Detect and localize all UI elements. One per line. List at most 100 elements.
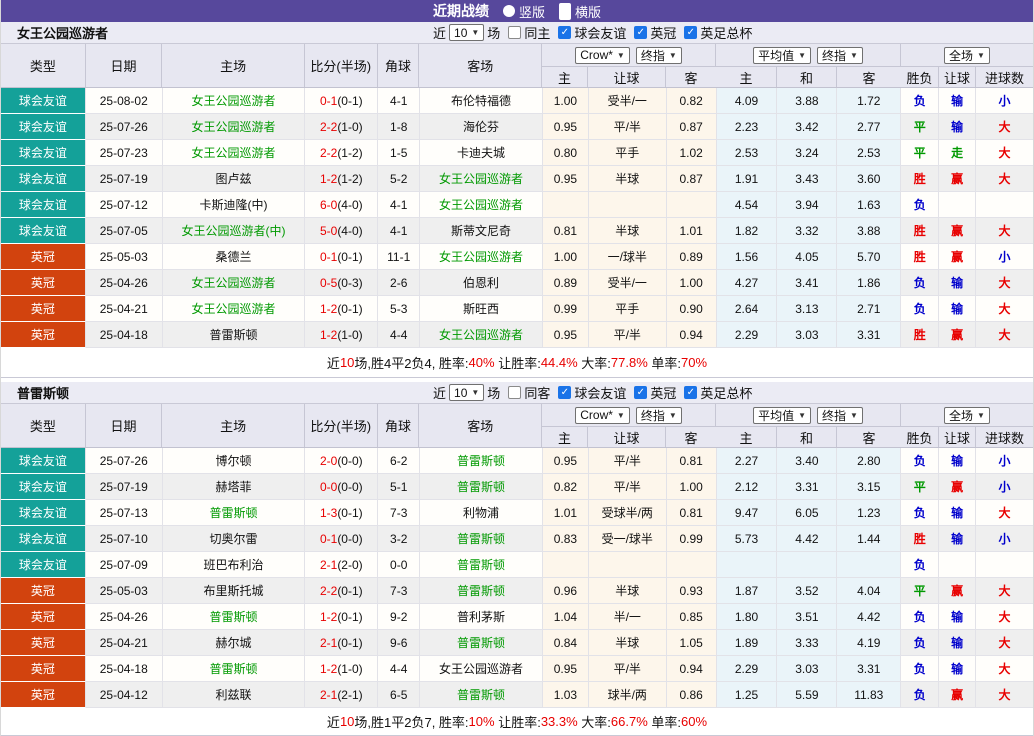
away-team[interactable]: 女王公园巡游者	[420, 166, 543, 192]
score-fulltime: 1-2	[319, 327, 338, 342]
avg-source-select[interactable]: 平均值 ▼	[753, 406, 811, 424]
col-header-odds-handicap: 让球	[588, 67, 666, 87]
avg-away-odds: 3.15	[837, 474, 902, 500]
away-team[interactable]: 普雷斯顿	[420, 526, 543, 552]
score-cell: 1-2 (0-1)	[305, 296, 379, 322]
col-header-handicap-result: 让球	[939, 427, 976, 447]
league-checkbox-英足总杯[interactable]: ✓	[684, 26, 698, 39]
away-team[interactable]: 普雷斯顿	[420, 682, 543, 708]
crow-away-odds: 0.89	[666, 244, 717, 270]
home-team[interactable]: 女王公园巡游者(中)	[162, 218, 306, 244]
away-team[interactable]: 普雷斯顿	[420, 578, 543, 604]
recent-games-select[interactable]: 10 ▼	[449, 24, 485, 41]
away-team[interactable]: 海伦芬	[420, 114, 543, 140]
result-winlose: 负	[901, 296, 940, 322]
league-checkbox-英冠[interactable]: ✓	[634, 386, 648, 399]
crow-handicap: 半/一	[588, 604, 667, 630]
home-team[interactable]: 利兹联	[162, 682, 306, 708]
match-row: 球会友谊 25-07-23 女王公园巡游者 2-2 (1-2) 1-5 卡迪夫城 …	[1, 140, 1033, 166]
home-team[interactable]: 赫尔城	[162, 630, 306, 656]
home-team[interactable]: 切奥尔雷	[162, 526, 306, 552]
result-goals: 大	[976, 166, 1033, 192]
home-team[interactable]: 女王公园巡游者	[162, 114, 306, 140]
result-winlose: 负	[901, 500, 940, 526]
league-checkbox-英冠[interactable]: ✓	[634, 26, 648, 39]
home-team[interactable]: 女王公园巡游者	[162, 88, 306, 114]
avg-away-odds: 1.86	[837, 270, 902, 296]
crow-handicap: 平手	[588, 140, 667, 166]
odds-time-select[interactable]: 终指 ▼	[635, 46, 682, 64]
away-team[interactable]: 普利茅斯	[420, 604, 543, 630]
home-team[interactable]: 班巴布利治	[162, 552, 306, 578]
away-team[interactable]: 普雷斯顿	[420, 448, 543, 474]
league-checkbox-球会友谊[interactable]: ✓	[558, 386, 572, 399]
away-team[interactable]: 利物浦	[420, 500, 543, 526]
away-team[interactable]: 女王公园巡游者	[420, 322, 543, 348]
away-team[interactable]: 女王公园巡游者	[420, 192, 543, 218]
recent-games-select[interactable]: 10 ▼	[449, 384, 485, 401]
radio-button-icon[interactable]	[559, 2, 571, 20]
away-team[interactable]: 女王公园巡游者	[420, 656, 543, 682]
period-select[interactable]: 全场 ▼	[944, 406, 990, 424]
recent-games-value: 10	[454, 25, 468, 40]
avg-away-odds: 3.31	[837, 322, 902, 348]
home-team[interactable]: 赫塔菲	[162, 474, 306, 500]
odds-source-select[interactable]: Crow* ▼	[575, 406, 630, 424]
league-checkbox-球会友谊[interactable]: ✓	[558, 26, 572, 39]
away-team[interactable]: 伯恩利	[420, 270, 543, 296]
odds-source-select[interactable]: Crow* ▼	[575, 46, 630, 64]
period-select[interactable]: 全场 ▼	[944, 46, 990, 64]
crow-handicap: 平/半	[588, 322, 667, 348]
radio-label: 横版	[575, 4, 602, 20]
home-team[interactable]: 卡斯迪隆(中)	[162, 192, 306, 218]
result-winlose: 胜	[901, 244, 940, 270]
radio-button-icon[interactable]	[502, 5, 515, 17]
avg-source-select[interactable]: 平均值 ▼	[753, 46, 811, 64]
layout-radio-横版[interactable]: 横版	[559, 2, 601, 21]
home-team[interactable]: 普雷斯顿	[162, 500, 306, 526]
away-team[interactable]: 普雷斯顿	[420, 552, 543, 578]
home-team[interactable]: 普雷斯顿	[162, 322, 306, 348]
home-team[interactable]: 女王公园巡游者	[162, 296, 306, 322]
score-cell: 1-2 (1-0)	[305, 656, 379, 682]
home-team[interactable]: 桑德兰	[162, 244, 306, 270]
league-checkbox-英足总杯[interactable]: ✓	[684, 386, 698, 399]
match-row: 英冠 25-05-03 桑德兰 0-1 (0-1) 11-1 女王公园巡游者 1.…	[1, 244, 1033, 270]
home-team[interactable]: 博尔顿	[162, 448, 306, 474]
home-team[interactable]: 布里斯托城	[162, 578, 306, 604]
home-team[interactable]: 女王公园巡游者	[162, 140, 306, 166]
avg-time-select[interactable]: 终指 ▼	[817, 46, 863, 64]
chevron-down-icon: ▼	[798, 50, 806, 60]
corner-score: 6-2	[378, 448, 421, 474]
away-team[interactable]: 普雷斯顿	[420, 630, 543, 656]
away-team[interactable]: 斯蒂文尼奇	[420, 218, 543, 244]
home-team[interactable]: 图卢兹	[162, 166, 306, 192]
same-venue-checkbox[interactable]	[508, 26, 522, 39]
match-date: 25-04-26	[85, 270, 163, 296]
away-team[interactable]: 女王公园巡游者	[420, 244, 543, 270]
away-team[interactable]: 斯旺西	[420, 296, 543, 322]
corner-score: 1-5	[378, 140, 421, 166]
result-handicap: 赢	[939, 578, 977, 604]
league-filter-group: ✓ 球会友谊 ✓ 英冠 ✓ 英足总杯	[553, 23, 752, 42]
corner-score: 6-5	[378, 682, 421, 708]
corner-score: 0-0	[378, 552, 421, 578]
home-team[interactable]: 女王公园巡游者	[162, 270, 306, 296]
avg-home-odds: 2.23	[716, 114, 778, 140]
avg-time-select[interactable]: 终指 ▼	[817, 406, 863, 424]
same-venue-checkbox[interactable]	[508, 386, 522, 399]
radio-label: 竖版	[518, 4, 545, 20]
home-team[interactable]: 普雷斯顿	[162, 656, 306, 682]
odds-time-select[interactable]: 终指 ▼	[635, 406, 682, 424]
summary-label: 大率:	[577, 356, 611, 371]
away-team[interactable]: 布伦特福德	[420, 88, 543, 114]
corner-score: 4-1	[378, 88, 421, 114]
layout-radio-竖版[interactable]: 竖版	[502, 2, 545, 21]
home-team[interactable]: 普雷斯顿	[162, 604, 306, 630]
away-team[interactable]: 普雷斯顿	[420, 474, 543, 500]
match-date: 25-07-23	[85, 140, 163, 166]
crow-handicap: 受一/球半	[588, 526, 667, 552]
summary-value: 66.7%	[610, 714, 648, 729]
result-goals: 小	[976, 244, 1033, 270]
away-team[interactable]: 卡迪夫城	[420, 140, 543, 166]
